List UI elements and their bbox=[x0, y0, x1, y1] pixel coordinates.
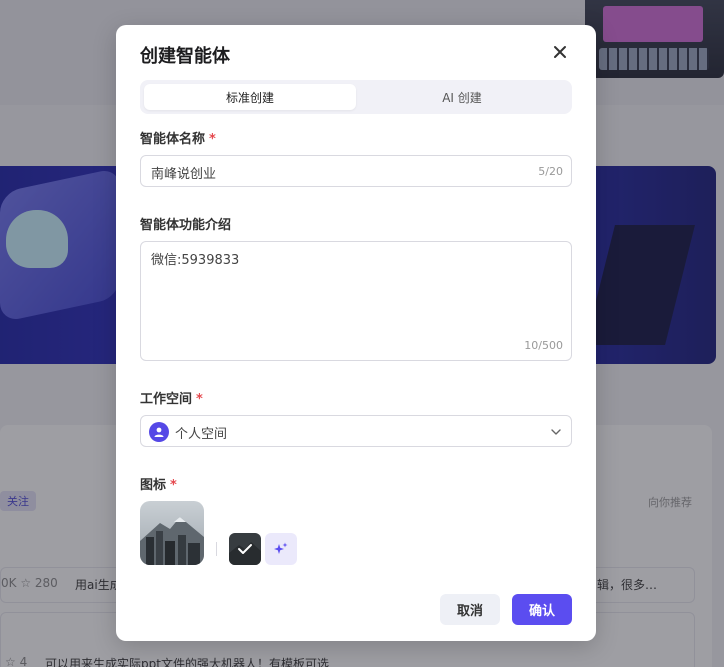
required-mark: * bbox=[196, 392, 203, 407]
required-mark: * bbox=[209, 132, 216, 147]
icon-option-selected[interactable] bbox=[229, 533, 261, 565]
icon-label-text: 图标 bbox=[140, 478, 167, 493]
agent-description-label-text: 智能体功能介绍 bbox=[140, 218, 232, 233]
workspace-avatar bbox=[149, 422, 169, 442]
check-icon bbox=[229, 533, 261, 565]
agent-description-value: 微信:5939833 bbox=[151, 253, 240, 268]
user-icon bbox=[154, 427, 164, 437]
close-icon bbox=[554, 46, 566, 58]
agent-description-label: 智能体功能介绍 bbox=[140, 214, 231, 233]
sparkle-icon bbox=[274, 542, 288, 554]
tab-ai-create[interactable]: AI 创建 bbox=[356, 84, 568, 110]
required-mark: * bbox=[170, 478, 177, 493]
cancel-button[interactable]: 取消 bbox=[440, 594, 500, 625]
dialog-title: 创建智能体 bbox=[140, 46, 230, 67]
agent-name-label-text: 智能体名称 bbox=[140, 132, 206, 147]
agent-description-char-count: 10/500 bbox=[524, 339, 563, 352]
workspace-select[interactable]: 个人空间 bbox=[140, 415, 572, 447]
icon-divider bbox=[216, 542, 217, 556]
chevron-down-icon bbox=[551, 429, 561, 435]
ai-generate-icon-button[interactable] bbox=[265, 533, 297, 565]
creation-mode-tabs: 标准创建 AI 创建 bbox=[140, 80, 572, 114]
icon-label: 图标 * bbox=[140, 474, 177, 493]
workspace-label: 工作空间 * bbox=[140, 388, 203, 407]
agent-name-input[interactable]: 南峰说创业 5/20 bbox=[140, 155, 572, 187]
workspace-selected-value: 个人空间 bbox=[175, 427, 228, 442]
agent-name-char-count: 5/20 bbox=[538, 165, 563, 178]
close-button[interactable] bbox=[550, 42, 570, 62]
agent-name-value: 南峰说创业 bbox=[151, 167, 217, 182]
agent-icon-preview[interactable] bbox=[140, 501, 204, 565]
agent-name-label: 智能体名称 * bbox=[140, 128, 216, 147]
workspace-label-text: 工作空间 bbox=[140, 392, 193, 407]
city-mountain-image bbox=[140, 501, 204, 565]
create-agent-dialog: 创建智能体 标准创建 AI 创建 智能体名称 * 南峰说创业 5/20 智能体功能… bbox=[116, 25, 596, 641]
agent-description-textarea[interactable]: 微信:5939833 10/500 bbox=[140, 241, 572, 361]
confirm-button[interactable]: 确认 bbox=[512, 594, 572, 625]
tab-standard-create[interactable]: 标准创建 bbox=[144, 84, 356, 110]
